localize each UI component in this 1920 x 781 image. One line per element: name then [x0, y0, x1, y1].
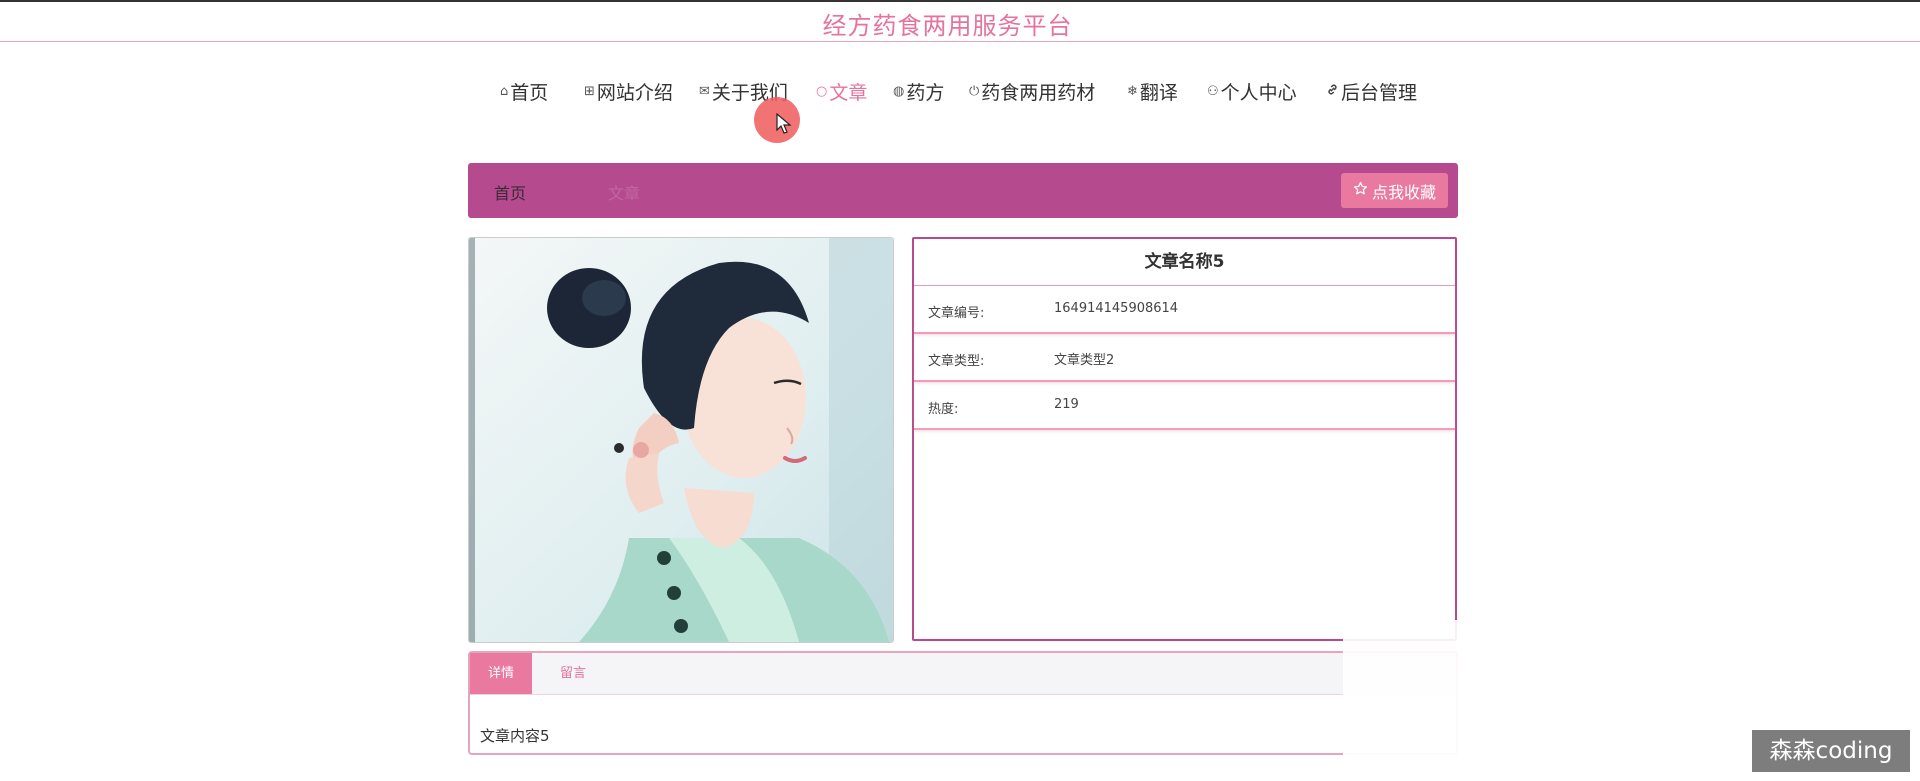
article-info-panel: 文章名称5 文章编号: 164914145908614 文章类型: 文章类型2 …	[912, 237, 1457, 641]
info-label: 热度:	[928, 402, 959, 417]
tab-comments[interactable]: 留言	[542, 653, 604, 694]
site-title: 经方药食两用服务平台	[822, 12, 1073, 40]
nav-item-articles[interactable]: ○ 文章	[816, 78, 867, 105]
info-row-article-id: 文章编号: 164914145908614	[914, 286, 1455, 334]
mouse-cursor-icon	[776, 113, 792, 134]
info-value: 文章类型2	[1054, 353, 1115, 368]
globe-icon: ◍	[893, 84, 905, 99]
star-icon	[1353, 181, 1368, 200]
nav-item-label: 药食两用药材	[981, 82, 1096, 104]
nav-item-home[interactable]: ⌂ 首页	[500, 78, 548, 105]
info-label: 文章编号:	[928, 306, 985, 321]
nav-item-translate[interactable]: ❄ 翻译	[1127, 78, 1178, 105]
user-icon: ⚇	[1207, 84, 1219, 99]
info-row-popularity: 热度: 219	[914, 382, 1455, 430]
tabs-header: 详情 留言	[470, 653, 1456, 695]
info-row-article-type: 文章类型: 文章类型2	[914, 334, 1455, 382]
link-icon	[1326, 83, 1339, 100]
nav-item-label: 药方	[906, 82, 945, 104]
nav-item-prescriptions[interactable]: ◍ 药方	[893, 78, 944, 105]
screen-glare	[1343, 620, 1461, 761]
article-content: 文章内容5	[480, 727, 550, 745]
tab-details[interactable]: 详情	[470, 653, 533, 694]
article-cover-image	[468, 237, 894, 643]
info-label: 文章类型:	[928, 354, 985, 369]
grid-icon: ⊞	[584, 84, 595, 99]
home-icon: ⌂	[500, 84, 509, 99]
window-top-border	[0, 0, 1920, 2]
nav-item-label: 个人中心	[1220, 82, 1297, 104]
nav-item-user-center[interactable]: ⚇ 个人中心	[1207, 78, 1297, 105]
snowflake-icon: ❄	[1127, 84, 1138, 99]
nav-item-label: 首页	[510, 82, 549, 104]
favorite-button[interactable]: 点我收藏	[1340, 173, 1448, 208]
breadcrumb-current: 文章	[608, 184, 641, 203]
watermark: 森森coding	[1752, 730, 1910, 772]
breadcrumb-home-link[interactable]: 首页	[494, 180, 526, 204]
circle-icon: ○	[816, 84, 828, 99]
info-value: 219	[1054, 397, 1079, 412]
nav-item-site-intro[interactable]: ⊞ 网站介绍	[584, 78, 673, 105]
power-icon: ⏻	[969, 84, 980, 99]
portrait-photo	[469, 238, 893, 642]
article-tabs: 详情 留言 文章内容5	[468, 651, 1458, 755]
article-title: 文章名称5	[914, 239, 1455, 286]
mail-icon: ✉	[699, 84, 710, 99]
favorite-button-label: 点我收藏	[1371, 182, 1436, 202]
main-nav: ⌂ 首页 ⊞ 网站介绍 ✉ 关于我们 ○ 文章 ◍ 药方 ⏻ 药食两用药材 ❄ …	[0, 78, 1920, 108]
nav-item-herbs[interactable]: ⏻ 药食两用药材	[969, 78, 1095, 105]
nav-item-label: 后台管理	[1341, 82, 1418, 104]
nav-item-label: 网站介绍	[596, 82, 673, 104]
nav-item-label: 翻译	[1139, 82, 1178, 104]
title-divider	[0, 41, 1920, 42]
info-value: 164914145908614	[1054, 301, 1179, 316]
nav-item-admin[interactable]: 后台管理	[1326, 78, 1417, 105]
breadcrumb: 首页 文章 点我收藏	[468, 163, 1458, 218]
nav-item-label: 文章	[829, 82, 868, 104]
